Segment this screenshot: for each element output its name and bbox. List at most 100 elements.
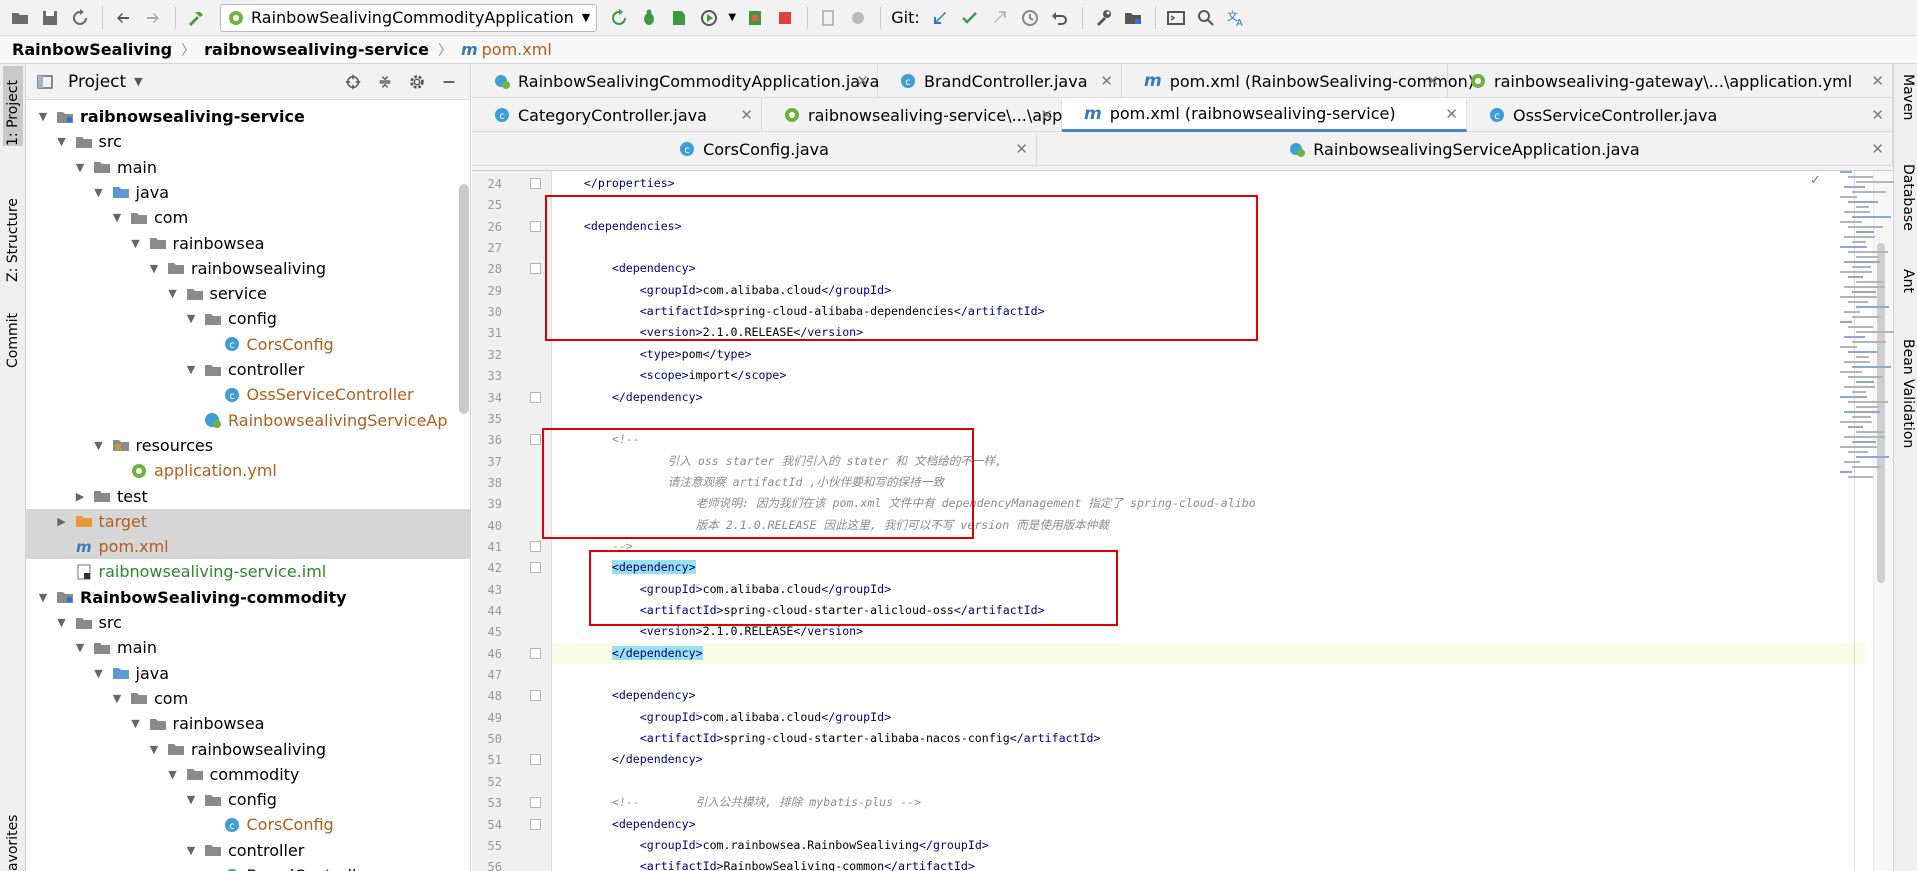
- expanded-arrow-icon[interactable]: ▼: [110, 692, 124, 705]
- editor-tab[interactable]: RainbowsealivingServiceApplication.java ✕: [1037, 132, 1893, 166]
- collapsed-arrow-icon[interactable]: ▶: [55, 515, 69, 528]
- sync-icon[interactable]: [66, 4, 94, 32]
- minimize-icon[interactable]: [436, 70, 462, 94]
- tree-item[interactable]: raibnowsealiving-service.iml: [26, 559, 470, 584]
- expanded-arrow-icon[interactable]: ▼: [92, 667, 106, 680]
- expanded-arrow-icon[interactable]: ▼: [73, 161, 87, 174]
- remote-icon[interactable]: [844, 4, 872, 32]
- tree-item[interactable]: ▼ config: [26, 787, 470, 812]
- tree-item[interactable]: ▼ rainbowsealiving: [26, 737, 470, 762]
- tree-item[interactable]: c CorsConfig: [26, 332, 470, 357]
- tree-item[interactable]: ▼ java: [26, 661, 470, 686]
- run-configuration-select[interactable]: RainbowSealivingCommodityApplication ▼: [220, 3, 598, 32]
- database-tool-button[interactable]: Database: [1896, 164, 1916, 231]
- editor-tab[interactable]: m pom.xml (raibnowsealiving-service) ✕: [1062, 98, 1467, 132]
- expanded-arrow-icon[interactable]: ▼: [110, 211, 124, 224]
- editor-tab[interactable]: c CorsConfig.java ✕: [472, 132, 1037, 166]
- collapse-all-icon[interactable]: [372, 70, 398, 94]
- expanded-arrow-icon[interactable]: ▼: [55, 616, 69, 629]
- expanded-arrow-icon[interactable]: ▼: [73, 641, 87, 654]
- fold-marker-icon[interactable]: [530, 818, 541, 830]
- close-icon[interactable]: ✕: [1445, 105, 1458, 123]
- tree-item[interactable]: ▼ controller: [26, 838, 470, 863]
- expanded-arrow-icon[interactable]: ▼: [147, 262, 161, 275]
- editor-tab[interactable]: c BrandController.java ✕: [878, 64, 1122, 98]
- tree-item[interactable]: ▼ java: [26, 180, 470, 205]
- close-icon[interactable]: ✕: [1871, 140, 1884, 158]
- translate-icon[interactable]: 文A: [1222, 4, 1250, 32]
- tree-item[interactable]: ▼ rainbowsealiving: [26, 256, 470, 281]
- tree-item[interactable]: RainbowsealivingServiceAp: [26, 408, 470, 433]
- expanded-arrow-icon[interactable]: ▼: [129, 237, 143, 250]
- tree-item[interactable]: ▼ com: [26, 205, 470, 230]
- project-tool-button[interactable]: 1: Project: [3, 66, 23, 146]
- editor-tab[interactable]: RainbowSealivingCommodityApplication.jav…: [472, 64, 879, 98]
- tree-item[interactable]: ▼ config: [26, 306, 470, 331]
- gear-icon[interactable]: [404, 70, 430, 94]
- editor-tab[interactable]: c OssServiceController.java ✕: [1467, 98, 1893, 132]
- expanded-arrow-icon[interactable]: ▼: [147, 743, 161, 756]
- editor-tab[interactable]: c CategoryController.java ✕: [472, 98, 762, 132]
- hot-swap-icon[interactable]: [741, 4, 769, 32]
- close-icon[interactable]: ✕: [1871, 72, 1884, 90]
- tree-item[interactable]: ▼ rainbowsea: [26, 231, 470, 256]
- tree-item[interactable]: ▶ test: [26, 484, 470, 509]
- tree-item[interactable]: ▼ com: [26, 686, 470, 711]
- rollback-icon[interactable]: [1046, 4, 1074, 32]
- fold-marker-icon[interactable]: [530, 690, 541, 702]
- ant-tool-button[interactable]: Ant: [1896, 269, 1916, 293]
- terminal-icon[interactable]: [1162, 4, 1190, 32]
- breadcrumb-file[interactable]: pom.xml: [482, 40, 552, 59]
- rerun-icon[interactable]: [605, 4, 633, 32]
- tree-item[interactable]: c CorsConfig: [26, 812, 470, 837]
- tree-item[interactable]: ▼ src: [26, 129, 470, 154]
- history-clock-icon[interactable]: [1016, 4, 1044, 32]
- expanded-arrow-icon[interactable]: ▼: [36, 110, 50, 123]
- fold-marker-icon[interactable]: [530, 540, 541, 552]
- tree-item[interactable]: ▼ commodity: [26, 762, 470, 787]
- more-run-options-icon[interactable]: ▼: [725, 4, 739, 32]
- expanded-arrow-icon[interactable]: ▼: [184, 844, 198, 857]
- tree-item[interactable]: ▼ main: [26, 155, 470, 180]
- expanded-arrow-icon[interactable]: ▼: [92, 439, 106, 452]
- tree-item[interactable]: ▼ service: [26, 281, 470, 306]
- tree-item[interactable]: ▼ raibnowsealiving-service: [26, 104, 470, 129]
- forward-arrow-icon[interactable]: [139, 4, 167, 32]
- open-folder-icon[interactable]: [6, 4, 34, 32]
- tree-item[interactable]: c OssServiceController: [26, 382, 470, 407]
- expanded-arrow-icon[interactable]: ▼: [92, 186, 106, 199]
- tree-item[interactable]: ▶ target: [26, 508, 470, 534]
- expanded-arrow-icon[interactable]: ▼: [184, 363, 198, 376]
- stop-icon[interactable]: [771, 4, 799, 32]
- expanded-arrow-icon[interactable]: ▼: [184, 793, 198, 806]
- favorites-tool-button[interactable]: avorites: [3, 809, 23, 871]
- breadcrumb-module[interactable]: raibnowsealiving-service: [204, 40, 429, 59]
- tree-item[interactable]: m pom.xml: [26, 534, 470, 560]
- expanded-arrow-icon[interactable]: ▼: [129, 717, 143, 730]
- git-push-icon[interactable]: [986, 4, 1014, 32]
- settings-wrench-icon[interactable]: [1089, 4, 1117, 32]
- debug-bug-icon[interactable]: [635, 4, 663, 32]
- fold-marker-icon[interactable]: [530, 647, 541, 659]
- fold-marker-icon[interactable]: [530, 754, 541, 766]
- close-icon[interactable]: ✕: [856, 72, 869, 90]
- expanded-arrow-icon[interactable]: ▼: [184, 312, 198, 325]
- editor-tab[interactable]: raibnowsealiving-service\...\application…: [762, 98, 1155, 132]
- fold-marker-icon[interactable]: [530, 263, 541, 275]
- project-panel-title[interactable]: Project: [68, 72, 126, 92]
- close-icon[interactable]: ✕: [740, 106, 753, 124]
- breadcrumb-project[interactable]: RainbowSealiving: [12, 40, 172, 59]
- git-commit-icon[interactable]: [956, 4, 984, 32]
- code-minimap[interactable]: ✓: [1810, 171, 1894, 501]
- fold-marker-icon[interactable]: [530, 391, 541, 403]
- project-structure-icon[interactable]: [1119, 4, 1147, 32]
- fold-marker-icon[interactable]: [530, 178, 541, 189]
- editor-tab[interactable]: rainbowsealiving-gateway\...\application…: [1448, 64, 1893, 98]
- fold-marker-icon[interactable]: [530, 797, 541, 809]
- close-icon[interactable]: ✕: [1426, 72, 1439, 90]
- structure-tool-button[interactable]: Z: Structure: [3, 174, 23, 282]
- code-editor[interactable]: 24 25 26 27 28 29 30 31 32 33 34 35 36 37 38 39 40 41 42 43…: [472, 171, 1893, 871]
- fold-marker-icon[interactable]: [530, 434, 541, 446]
- save-icon[interactable]: [36, 4, 64, 32]
- bean-validation-tool-button[interactable]: Bean Validation: [1896, 339, 1916, 448]
